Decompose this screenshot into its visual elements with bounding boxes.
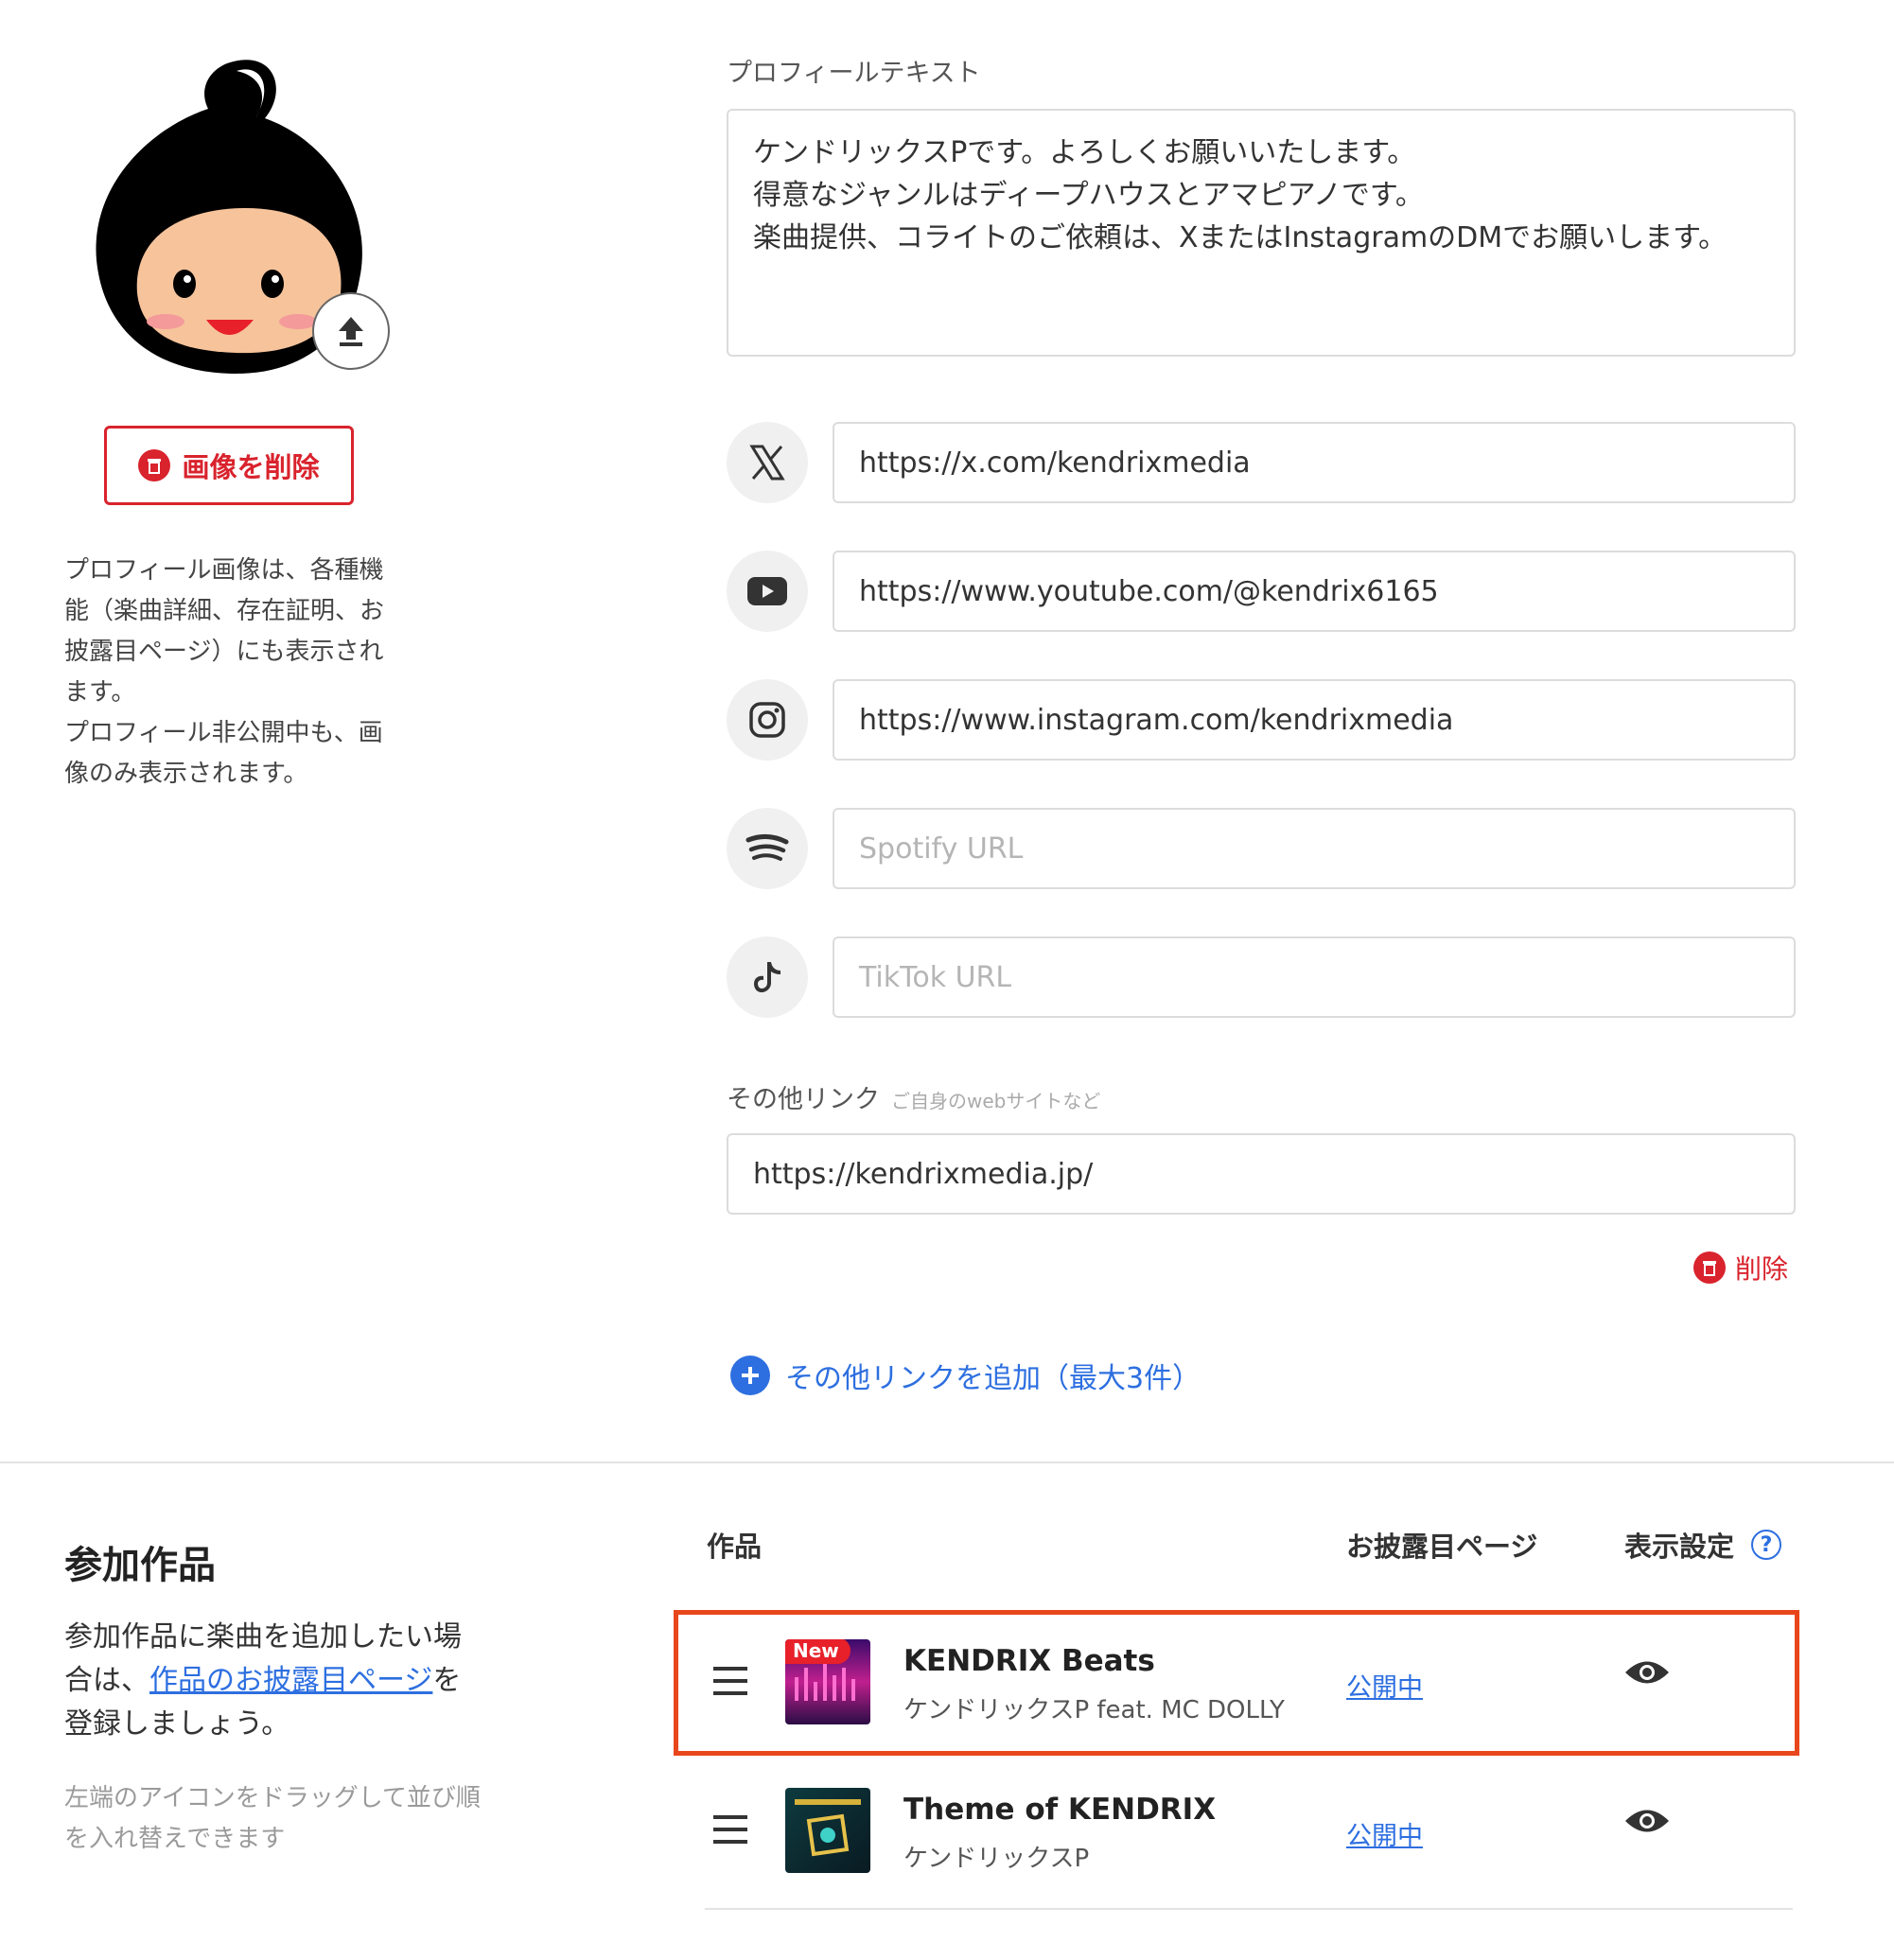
reveal-page-status-link[interactable]: 公開中 [1346,1667,1423,1704]
youtube-icon [727,551,808,632]
tiktok-icon [727,936,808,1018]
other-link-input[interactable]: https://kendrixmedia.jp/ [727,1133,1796,1215]
x-url-input[interactable]: https://x.com/kendrixmedia [833,422,1796,503]
other-links-hint: ご自身のwebサイトなど [891,1090,1101,1112]
section-divider [0,1461,1894,1463]
drag-handle-icon[interactable] [713,1815,747,1847]
upload-image-button[interactable] [312,292,390,370]
instagram-icon [727,679,808,761]
profile-textarea[interactable]: ケンドリックスPです。よろしくお願いいたします。 得意なジャンルはディープハウス… [727,109,1796,357]
delete-image-label: 画像を削除 [182,451,320,483]
help-icon[interactable]: ? [1751,1530,1782,1560]
spotify-icon [727,808,808,889]
delete-image-button[interactable]: 画像を削除 [104,426,354,505]
avatar-note: プロフィール画像は、各種機能（楽曲詳細、存在証明、お披露目ページ）にも表示されま… [64,556,385,788]
work-thumbnail: New [785,1639,870,1724]
instagram-url-input[interactable]: https://www.instagram.com/kendrixmedia [833,679,1796,761]
delete-link-button[interactable]: 削除 [1693,1249,1788,1286]
reveal-page-link[interactable]: 作品のお披露目ページ [149,1664,432,1697]
visibility-eye-icon[interactable] [1623,1658,1671,1690]
plus-icon [730,1356,770,1395]
x-icon [727,422,808,503]
add-other-link-label: その他リンクを追加（最大3件） [785,1362,1201,1395]
new-badge: New [785,1639,851,1664]
work-title: KENDRIX Beats [903,1644,1155,1678]
other-links-label-row: その他リンク ご自身のwebサイトなど [727,1078,1100,1115]
youtube-url-input[interactable]: https://www.youtube.com/@kendrix6165 [833,551,1796,632]
works-description: 参加作品に楽曲を追加したい場合は、作品のお披露目ページを登録しましょう。 [64,1616,481,1746]
work-title: Theme of KENDRIX [903,1793,1217,1827]
row-divider [705,1908,1793,1910]
reorder-hint: 左端のアイコンをドラッグして並び順を入れ替えできます [64,1784,481,1853]
tiktok-url-input[interactable]: TikTok URL [833,936,1796,1018]
upload-icon [339,317,363,346]
column-header-page: お披露目ページ [1346,1531,1538,1563]
other-links-label: その他リンク [727,1085,880,1114]
column-header-display: 表示設定 ? [1624,1525,1782,1565]
column-header-work: 作品 [707,1531,763,1563]
reveal-page-status-link[interactable]: 公開中 [1346,1815,1423,1852]
trash-icon [1693,1251,1726,1284]
drag-handle-icon[interactable] [713,1667,747,1699]
visibility-eye-icon[interactable] [1623,1807,1671,1839]
add-other-link-button[interactable]: その他リンクを追加（最大3件） [730,1355,1201,1396]
delete-link-label: 削除 [1735,1253,1789,1285]
trash-icon [138,449,171,481]
profile-text-label: プロフィールテキスト [727,59,981,88]
work-thumbnail [785,1788,870,1873]
work-artist: ケンドリックスP feat. MC DOLLY [903,1696,1285,1724]
column-header-display-label: 表示設定 [1624,1531,1735,1563]
spotify-url-input[interactable]: Spotify URL [833,808,1796,889]
work-artist: ケンドリックスP [903,1845,1090,1873]
works-section-title: 参加作品 [64,1544,216,1587]
